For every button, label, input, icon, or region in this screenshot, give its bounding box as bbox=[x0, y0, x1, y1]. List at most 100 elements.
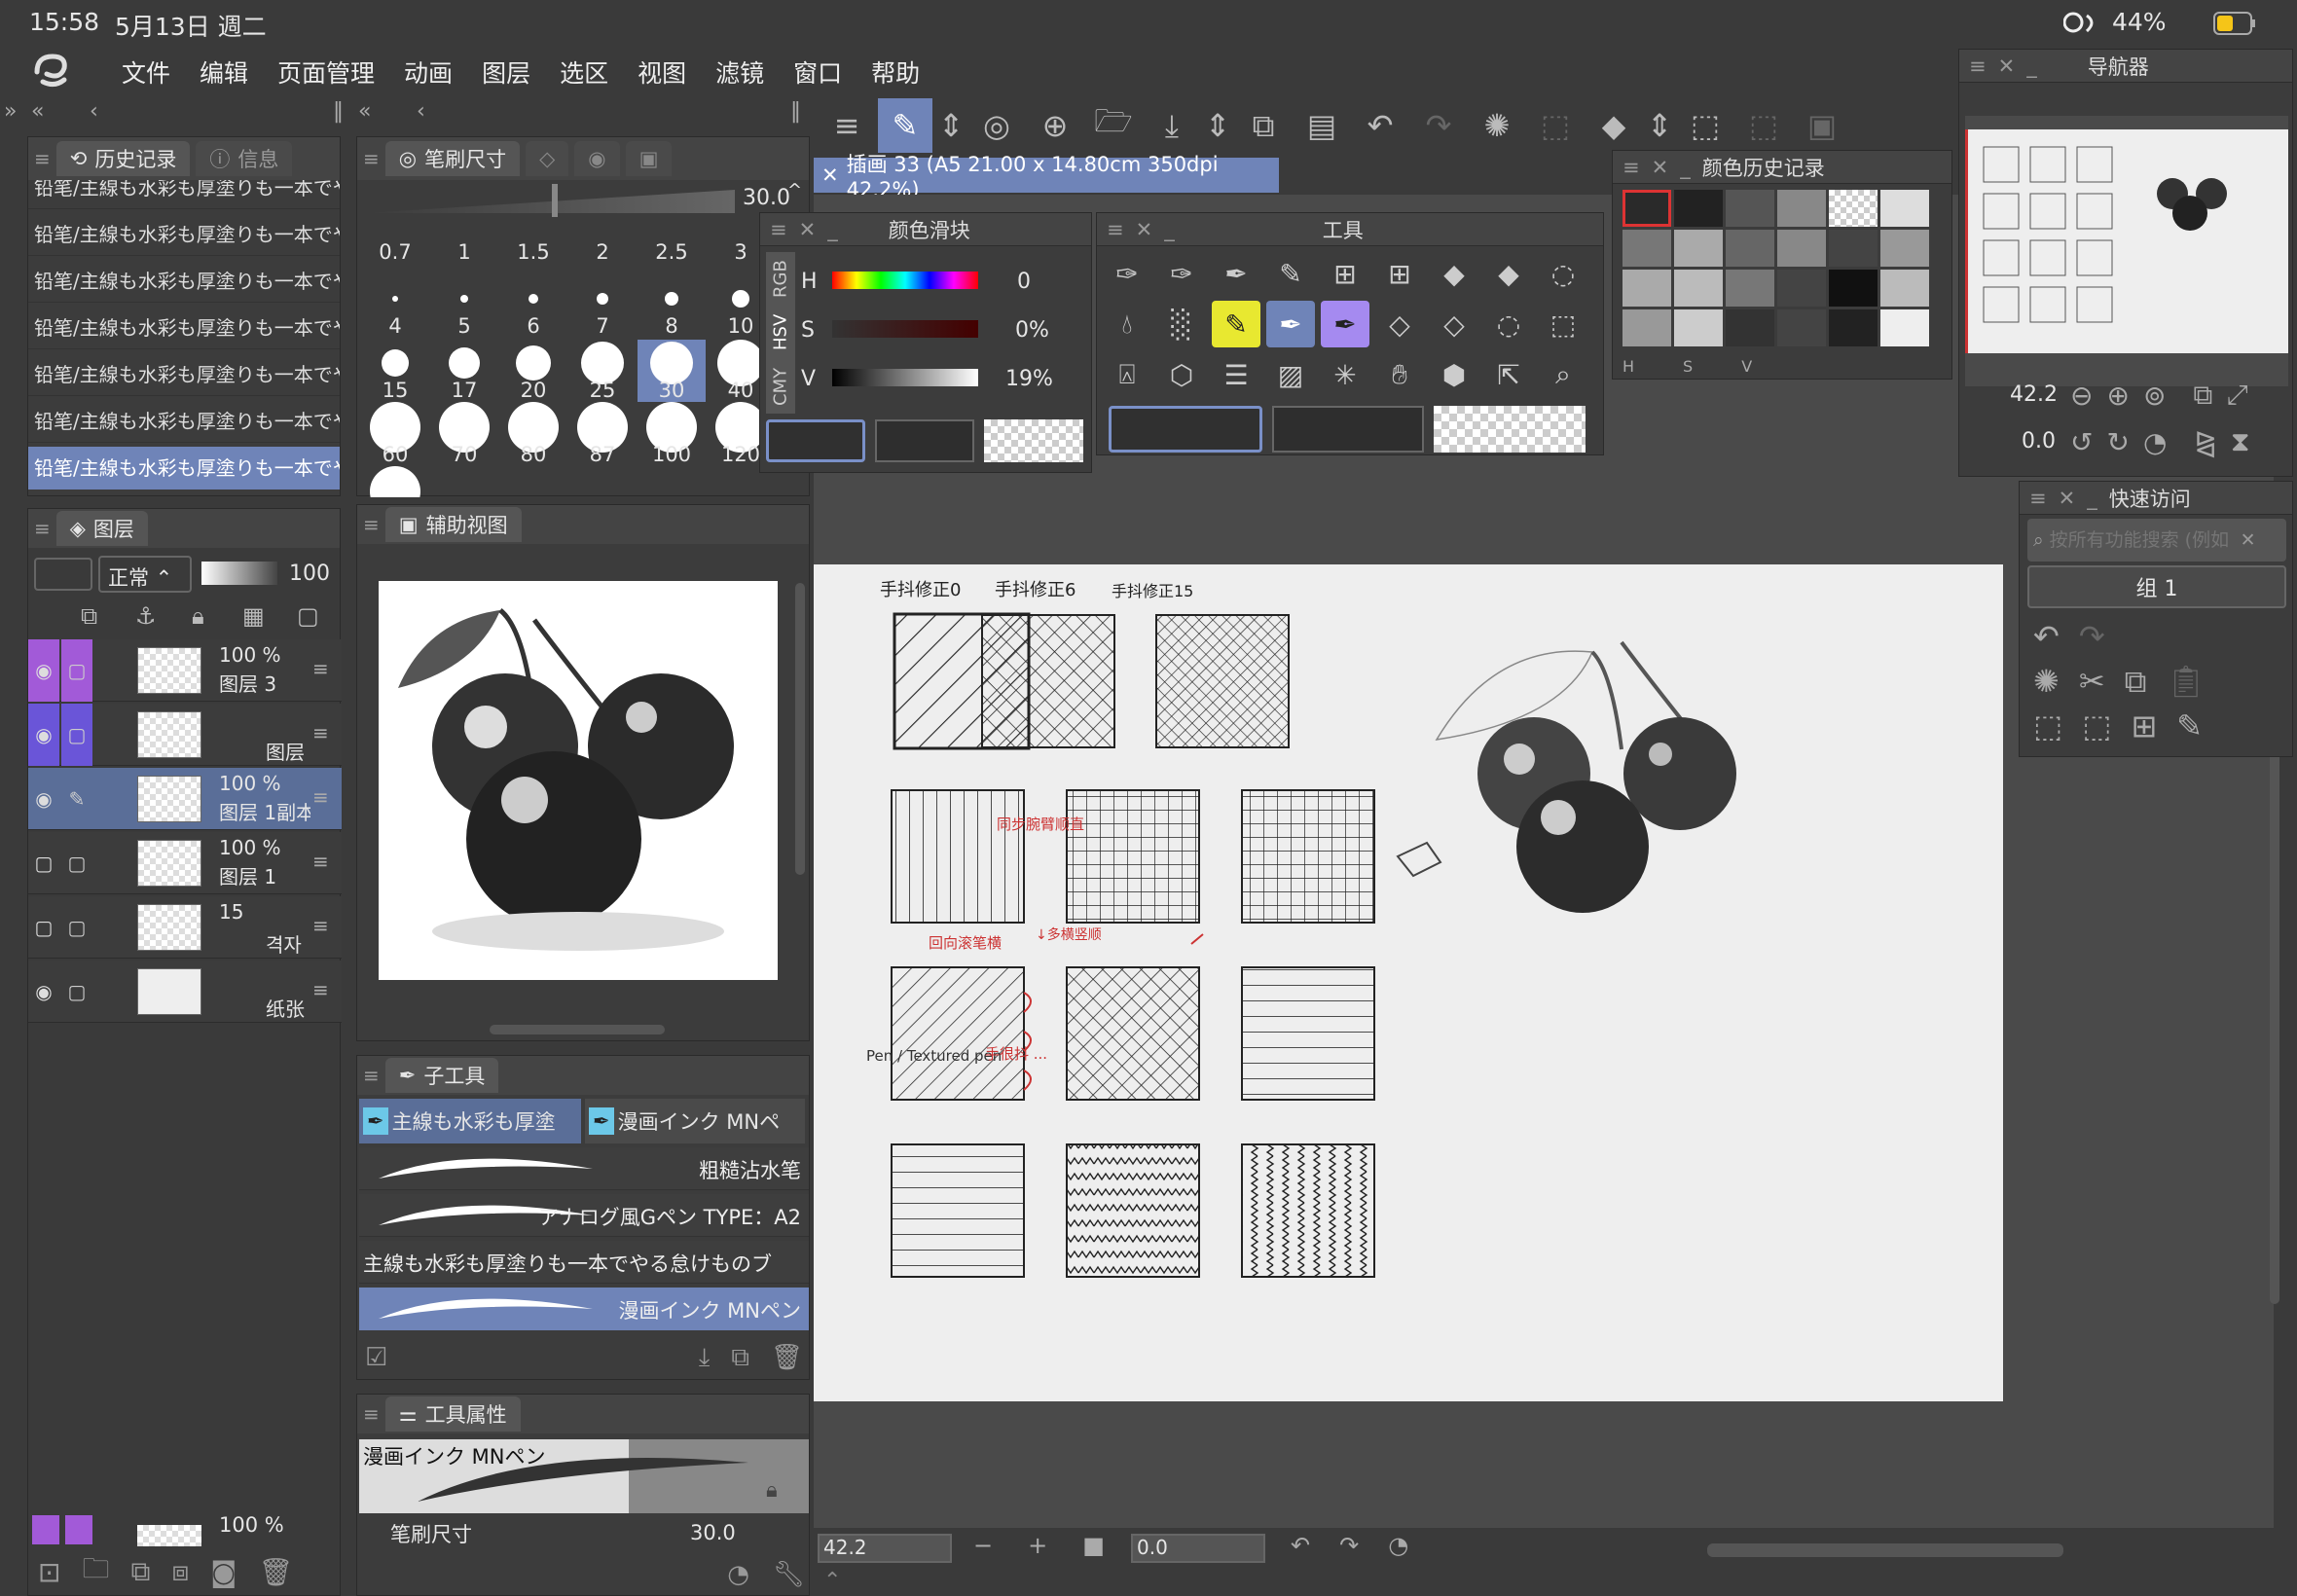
opacity-slider[interactable] bbox=[201, 562, 277, 585]
brush-size-preset[interactable]: 2 bbox=[568, 223, 637, 279]
wrench-icon[interactable]: 🔧︎ bbox=[773, 1560, 805, 1589]
transform-icon[interactable]: ⬚ bbox=[1678, 98, 1732, 153]
brush-size-preset[interactable]: 60 bbox=[361, 402, 429, 466]
eraser-icon[interactable]: ◇ bbox=[1375, 301, 1424, 347]
brush-size-preset[interactable]: 20 bbox=[499, 340, 567, 402]
invert-selection-icon[interactable]: ▣ bbox=[1795, 98, 1849, 153]
collapse-icon[interactable]: « bbox=[31, 99, 44, 124]
brush-size-preset[interactable]: 2.5 bbox=[638, 223, 706, 279]
canvas-page[interactable]: 手抖修正0 手抖修正6 手抖修正15 同步腕臂顺直 回向滚笔横 ↓多横竖顺 Pe… bbox=[814, 564, 2003, 1401]
dropper-icon-2[interactable]: ✑ bbox=[1157, 250, 1206, 297]
menu-item[interactable]: 视图 bbox=[623, 54, 701, 90]
layer-menu-icon[interactable]: ≡ bbox=[312, 721, 329, 744]
eye-hidden-icon[interactable]: ▢ bbox=[28, 896, 59, 959]
eye-icon[interactable]: ◉ bbox=[28, 704, 59, 766]
tab-history[interactable]: ⟲ 历史记录 bbox=[55, 141, 191, 176]
layer-checkbox[interactable]: ▢ bbox=[61, 704, 92, 766]
eraser-icon-2[interactable]: ◇ bbox=[1430, 301, 1478, 347]
color-history-swatch[interactable] bbox=[1674, 309, 1723, 346]
panel-menu-icon[interactable]: ≡ bbox=[363, 1402, 380, 1426]
bucket-icon[interactable]: ⍓ bbox=[1103, 351, 1151, 398]
rect-select-icon[interactable]: ⬚ bbox=[1539, 301, 1587, 347]
subview-scrollbar-v[interactable] bbox=[795, 583, 805, 875]
layer-checkbox[interactable]: ▢ bbox=[61, 896, 92, 959]
zoom-in-icon[interactable]: ⊕ bbox=[2106, 380, 2129, 412]
brush-size-preset[interactable]: 4 bbox=[361, 275, 429, 338]
brush-size-preset[interactable]: 87 bbox=[568, 402, 637, 466]
panel-menu-icon[interactable]: ≡ bbox=[1969, 54, 1987, 78]
lasso-select-icon[interactable]: ◌ bbox=[1484, 301, 1533, 347]
dial-icon[interactable]: ◔ bbox=[727, 1560, 749, 1589]
brush-size-preset[interactable]: 80 bbox=[499, 402, 567, 466]
quick-search[interactable]: ⌕ ✕ bbox=[2027, 519, 2286, 562]
layer-menu-icon[interactable]: ≡ bbox=[312, 978, 329, 1001]
new-canvas-icon[interactable]: ⊕ bbox=[1028, 98, 1082, 153]
panel-menu-icon[interactable]: ≡ bbox=[363, 1064, 380, 1087]
fill-icon[interactable]: ◆ bbox=[1586, 98, 1641, 153]
chevron-up-icon[interactable]: ^ bbox=[787, 180, 802, 200]
redo-icon[interactable]: ↷ bbox=[1411, 98, 1466, 153]
close-icon[interactable]: ✕ bbox=[2241, 529, 2256, 551]
navigator-rotate[interactable]: 0.0 bbox=[2022, 429, 2056, 453]
loading-icon[interactable]: ✺ bbox=[2033, 663, 2060, 700]
flip-h-icon[interactable]: ⧎ bbox=[2194, 426, 2216, 458]
layer-menu-icon[interactable]: ≡ bbox=[312, 657, 329, 680]
navigator-zoom[interactable]: 42.2 bbox=[2010, 382, 2058, 407]
brush-size-value[interactable]: 30.0 bbox=[743, 186, 790, 210]
brush-size-preset[interactable]: 7 bbox=[568, 275, 637, 338]
color-history-swatch[interactable] bbox=[1726, 190, 1774, 227]
history-item[interactable]: 铅笔/主線も水彩も厚塗りも一本でやる怠 bbox=[28, 180, 340, 209]
layer-row[interactable]: ◉ ▢ 图层 ≡ bbox=[28, 704, 342, 766]
rotate-right-icon[interactable]: ↷ bbox=[1339, 1532, 1359, 1559]
panel-collapse-bar[interactable]: » « ‹ ‖ « ‹ ‖ bbox=[0, 97, 808, 130]
transparent-swatch[interactable] bbox=[984, 419, 1083, 462]
brush-edit-icon[interactable]: ✎ bbox=[2176, 707, 2203, 744]
layer-checkbox[interactable]: ▢ bbox=[61, 639, 92, 702]
chevron-up-icon[interactable]: ⌃ bbox=[823, 1569, 841, 1593]
rotate-left-icon[interactable]: ↺ bbox=[2070, 426, 2093, 458]
companion-icon[interactable]: ◎ bbox=[969, 98, 1024, 153]
layer-menu-icon[interactable]: ≡ bbox=[312, 850, 329, 873]
brush-size-value[interactable]: 30.0 bbox=[690, 1521, 736, 1544]
collapse-left-icon[interactable]: » bbox=[4, 99, 17, 124]
layer-row[interactable]: ▢ ▢ 15 격자 ≡ bbox=[28, 896, 342, 959]
collapse-icon-2[interactable]: « bbox=[358, 99, 371, 124]
eye-icon[interactable]: ◉ bbox=[28, 639, 59, 702]
brush-size-preset[interactable]: 1 bbox=[430, 223, 498, 279]
reference-layer-icon[interactable]: ⚓ bbox=[135, 602, 157, 630]
rotate-left-icon[interactable]: ↶ bbox=[1291, 1532, 1310, 1559]
subtool-item[interactable]: 粗糙沾水笔 bbox=[359, 1147, 809, 1190]
color-history-swatch[interactable] bbox=[1726, 270, 1774, 307]
reset-rotate-icon[interactable]: ◔ bbox=[1388, 1532, 1408, 1559]
swap-icon-2[interactable]: ⇕ bbox=[1203, 98, 1232, 153]
clear-icon[interactable]: ⬚ bbox=[1528, 98, 1583, 153]
canvas-tab[interactable]: ✕ 插画 33 (A5 21.00 x 14.80cm 350dpi 42.2%… bbox=[814, 153, 1279, 201]
merge-down-icon[interactable]: ⧈ bbox=[171, 1555, 189, 1588]
color-history-swatch[interactable] bbox=[1674, 270, 1723, 307]
zoom-out-icon[interactable]: ⊖ bbox=[2070, 380, 2093, 412]
stop-icon[interactable]: ■ bbox=[1082, 1532, 1105, 1559]
zoom-field[interactable]: 42.2 bbox=[818, 1534, 952, 1563]
zoom-out-icon[interactable]: − bbox=[973, 1532, 993, 1559]
color-history-swatch[interactable] bbox=[1829, 309, 1878, 346]
new-folder-icon[interactable]: 🗀︎ bbox=[82, 1548, 109, 1595]
menu-item[interactable]: 选区 bbox=[545, 54, 623, 90]
menu-item[interactable]: 页面管理 bbox=[263, 54, 389, 90]
value-value[interactable]: 19% bbox=[1005, 367, 1053, 391]
mode-cmy[interactable]: CMY bbox=[771, 367, 791, 405]
close-icon[interactable]: ✕ bbox=[821, 163, 839, 187]
history-item[interactable]: 铅笔/主線も水彩も厚塗りも一本でやる怠 bbox=[28, 447, 340, 490]
tab-sub-view[interactable]: ▣ 辅助视图 bbox=[384, 507, 522, 542]
color-history-swatch[interactable] bbox=[1622, 270, 1671, 307]
tab-tool-property[interactable]: ⚌ 工具属性 bbox=[384, 1396, 521, 1432]
panel-menu-icon[interactable]: ≡ bbox=[1107, 218, 1124, 241]
fit-icon[interactable]: ⊚ bbox=[2143, 380, 2166, 412]
color-history-swatch[interactable] bbox=[1674, 230, 1723, 267]
marker-icon[interactable]: ✎ bbox=[1212, 301, 1260, 347]
minimize-icon[interactable]: _ bbox=[2087, 487, 2097, 510]
value-slider[interactable] bbox=[832, 369, 978, 386]
menu-item[interactable]: 编辑 bbox=[185, 54, 263, 90]
cut-icon[interactable]: ✂ bbox=[2079, 663, 2105, 700]
transform-icon[interactable]: ⬚ bbox=[2033, 707, 2062, 744]
brush-size-preset[interactable]: 150 bbox=[361, 466, 429, 497]
